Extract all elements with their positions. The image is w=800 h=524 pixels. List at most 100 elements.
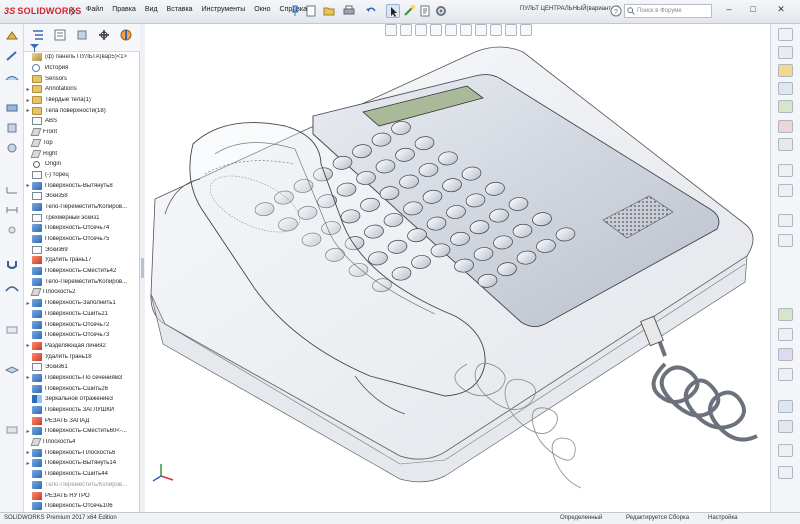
sketch-tab-icon[interactable] [4,50,20,62]
expand-arrow-icon[interactable]: ▸ [24,428,32,435]
help-icon[interactable]: ? [610,5,622,17]
tree-item[interactable]: Зеркальное отражение3 [24,394,140,405]
tree-item[interactable]: Тело-Переместить/Копиров... [24,276,140,287]
menu-window[interactable]: Окно [254,6,270,13]
scale-icon[interactable] [4,424,20,436]
tree-item[interactable]: (ф) панель ПУЛЬТА(вар5)<1> [24,52,140,63]
tree-item[interactable]: РЕЗАТЬ НУТРО [24,490,140,501]
render-tab-icon[interactable] [4,224,20,236]
tree-item[interactable]: Поверхность-Отсечь73 [24,330,140,341]
expand-arrow-icon[interactable]: ▸ [24,300,32,307]
tree-item[interactable]: Sensors [24,73,140,84]
select-filter-icon[interactable] [778,400,793,413]
tree-item[interactable]: Поверхность ЗАГЛУШКИ [24,405,140,416]
magnet-icon[interactable] [4,259,20,271]
tree-item[interactable]: Поверхность-Сшить26 [24,383,140,394]
trim-icon[interactable] [778,368,793,381]
pin-icon[interactable] [288,4,302,18]
tree-item[interactable]: Плоскость4 [24,437,140,448]
dimxpert-tab-icon[interactable] [4,204,20,216]
tree-item[interactable]: ABS [24,116,140,127]
close-button[interactable]: ✕ [766,2,796,16]
tree-item[interactable]: Трехмерный эскиз1 [24,212,140,223]
open-icon[interactable] [322,4,336,18]
tree-item[interactable]: ▸ Поверхность-Вытянуть8 [24,180,140,191]
menu-view[interactable]: Вид [145,6,158,13]
tree-item[interactable]: Поверхность-Сместить42 [24,266,140,277]
phone-model[interactable] [145,24,770,512]
tree-item[interactable]: ▸ Поверхность-По сечениям3 [24,373,140,384]
display-manager-tab-icon[interactable] [118,28,134,42]
tree-item[interactable]: ▸ Поверхность-Вытянуть14 [24,458,140,469]
status-settings[interactable]: Настройка [708,515,738,521]
smart-dimension-icon[interactable] [778,348,793,361]
expand-arrow-icon[interactable]: ▸ [24,449,32,456]
surfaces-tab-icon[interactable] [4,72,20,84]
tree-item[interactable]: Поверхность-Сшить21 [24,309,140,320]
tree-item[interactable]: Тело-Переместить/Копиров... [24,202,140,213]
tree-item[interactable]: ▸ Поверхность-Заполнить1 [24,298,140,309]
layer-icon[interactable] [4,364,20,376]
tree-item[interactable]: Эскиз61 [24,362,140,373]
property-manager-tab-icon[interactable] [52,28,68,42]
menu-tools[interactable]: Инструменты [202,6,246,13]
solidworks-forum-icon[interactable] [778,138,793,151]
file-properties-icon[interactable] [418,4,432,18]
configuration-manager-tab-icon[interactable] [74,28,90,42]
expand-arrow-icon[interactable]: ▸ [24,182,32,189]
sheet-metal-tab-icon[interactable] [4,102,20,114]
design-library-icon[interactable] [778,46,793,59]
tree-item[interactable]: ▸ Твердые тела(1) [24,95,140,106]
feature-manager-tab-icon[interactable] [30,28,46,42]
menu-expand-icon[interactable] [70,5,76,17]
expand-arrow-icon[interactable]: ▸ [24,86,32,93]
features-tab-icon[interactable] [4,30,20,42]
tree-item[interactable]: Удалить грань18 [24,351,140,362]
expand-arrow-icon[interactable]: ▸ [24,97,32,104]
resources-icon[interactable] [778,164,793,177]
tree-item[interactable]: РЕЗАТЬ ЗАПАД [24,415,140,426]
menu-insert[interactable]: Вставка [167,6,193,13]
tree-item[interactable]: ▸ Тела поверхности(18) [24,105,140,116]
tree-item[interactable]: Front [24,127,140,138]
menu-file[interactable]: Файл [86,6,103,13]
view-palette-icon[interactable] [778,82,793,95]
task-pane-icon[interactable] [778,234,793,247]
options-icon[interactable] [434,4,448,18]
tree-item[interactable]: (-) торец [24,170,140,181]
tree-item[interactable]: ▸ Разделяющая линия2 [24,341,140,352]
print-icon[interactable] [342,4,356,18]
tree-item[interactable]: ▸ Поверхность-Сместить60<-... [24,426,140,437]
search-input[interactable]: Поиск в Форуме [624,4,712,18]
tree-item[interactable]: Поверхность-Отсечь74 [24,223,140,234]
home-icon[interactable] [778,28,793,41]
select-icon[interactable] [386,4,400,18]
new-file-icon[interactable] [304,4,318,18]
evaluate-tab-icon[interactable] [4,184,20,196]
path-icon[interactable] [4,282,20,294]
isolate-icon[interactable] [778,420,793,433]
tree-item[interactable]: Поверхность-Отсечь75 [24,234,140,245]
line-icon[interactable] [778,328,793,341]
tree-item[interactable]: Удалить грань17 [24,255,140,266]
weldments-tab-icon[interactable] [4,122,20,134]
tree-item[interactable]: ▸ Annotations [24,84,140,95]
custom-properties-icon[interactable] [778,120,793,133]
tree-item[interactable]: Плоскость2 [24,287,140,298]
tree-item[interactable]: ▸ Поверхность-Плоскость6 [24,447,140,458]
tree-item[interactable]: Эскиз58 [24,191,140,202]
measure-icon[interactable] [778,444,793,457]
expand-arrow-icon[interactable]: ▸ [24,374,32,381]
mold-tools-tab-icon[interactable] [4,142,20,154]
tree-item[interactable]: Right [24,148,140,159]
tree-item[interactable]: Поверхность-Отсечь106 [24,501,140,512]
expand-arrow-icon[interactable]: ▸ [24,107,32,114]
splitter-grip[interactable] [141,258,144,278]
3d-content-icon[interactable] [778,214,793,227]
sketch-icon[interactable] [778,308,793,321]
minimize-button[interactable]: – [718,2,740,16]
tree-item[interactable]: Origin [24,159,140,170]
zoom-icon[interactable] [778,466,793,479]
undo-icon[interactable] [364,4,378,18]
tree-item[interactable]: Поверхность-Сшить44 [24,469,140,480]
